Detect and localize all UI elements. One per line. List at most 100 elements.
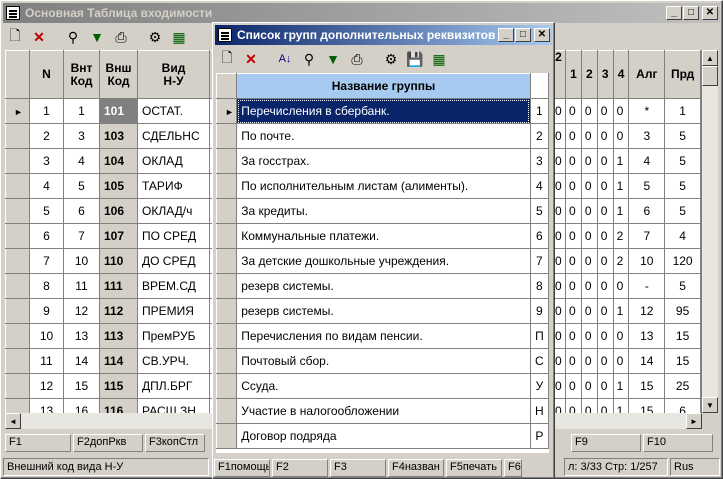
print-icon[interactable]: ⎙	[347, 49, 367, 69]
excel-export-icon[interactable]: ▦	[169, 27, 189, 47]
cell-alg[interactable]: 14	[628, 348, 666, 374]
cell-vnsh[interactable]: 115	[99, 373, 138, 399]
cell-group-name[interactable]: За кредиты.	[236, 198, 531, 224]
settings-icon[interactable]: ⚙	[381, 49, 401, 69]
cell-group-name[interactable]: Коммунальные платежи.	[236, 223, 531, 249]
cell-alg[interactable]: 12	[628, 298, 666, 324]
table-row[interactable]: 1013113ПремРУБР	[5, 323, 228, 349]
cell-vnsh[interactable]: 114	[99, 348, 138, 374]
cell-d2[interactable]: 0	[580, 173, 598, 199]
scroll-down-button[interactable]: ▼	[702, 397, 718, 413]
cell-vnt[interactable]: 11	[63, 273, 100, 299]
cell-d1[interactable]: 0	[564, 98, 582, 124]
cell-alg[interactable]: -	[628, 273, 666, 299]
cell-group-name[interactable]: Почтовый сбор.	[236, 348, 531, 374]
cell-group-code[interactable]: У	[529, 373, 549, 399]
table-row[interactable]: 0 0 0 0 1 15 6	[551, 398, 701, 413]
table-row[interactable]: 34104ОКЛАДР	[5, 148, 228, 174]
save-icon[interactable]: 💾	[405, 49, 425, 69]
table-row[interactable]: 00000-5	[551, 273, 701, 299]
cell-group-code[interactable]: Р	[529, 423, 549, 449]
cell-d1[interactable]: 0	[564, 223, 582, 249]
cell-vnsh[interactable]: 111	[99, 273, 138, 299]
main-titlebar[interactable]: Основная Таблица входимости _ □ ✕	[3, 3, 720, 23]
cell-vnt[interactable]: 12	[63, 298, 100, 324]
cell-vid[interactable]: ТАРИФ	[137, 173, 210, 199]
cell-alg[interactable]: *	[628, 98, 666, 124]
find-binoculars-icon[interactable]: ⚲	[63, 27, 83, 47]
cell-d4[interactable]: 1	[612, 173, 630, 199]
cell-group-name[interactable]: Ссуда.	[236, 373, 531, 399]
cell-d1[interactable]: 0	[564, 273, 582, 299]
row-indicator[interactable]	[216, 223, 238, 249]
cell-vnsh[interactable]: 103	[99, 123, 138, 149]
cell-n[interactable]: 10	[29, 323, 64, 349]
cell-vid[interactable]: ВРЕМ.СД	[137, 273, 210, 299]
cell-vid[interactable]: ДПЛ.БРГ	[137, 373, 210, 399]
col-vnt-header[interactable]: Внт Код	[63, 50, 100, 99]
cell-alg[interactable]: 3	[628, 123, 666, 149]
list-item[interactable]: резерв системы. 8	[216, 273, 549, 299]
cell-vnt[interactable]: 3	[63, 123, 100, 149]
list-item[interactable]: За кредиты. 5	[216, 198, 549, 224]
delete-icon[interactable]: ✕	[29, 27, 49, 47]
row-indicator[interactable]	[216, 298, 238, 324]
cell-vnsh[interactable]: 112	[99, 298, 138, 324]
cell-d1[interactable]: 0	[564, 198, 582, 224]
scroll-up-button[interactable]: ▲	[702, 50, 718, 66]
sort-icon[interactable]: A↓	[275, 49, 295, 69]
minimize-button[interactable]: _	[666, 6, 682, 20]
cell-vid[interactable]: ДО СРЕД	[137, 248, 210, 274]
cell-prd[interactable]: 6	[664, 398, 701, 413]
row-indicator[interactable]	[216, 198, 238, 224]
table-row[interactable]: 0 0 0 0 1 12 95	[551, 298, 701, 324]
cell-d4[interactable]: 1	[612, 148, 630, 174]
cell-group-code[interactable]: 4	[529, 173, 549, 199]
cell-vnsh[interactable]: 105	[99, 173, 138, 199]
cell-d1[interactable]: 0	[564, 348, 582, 374]
cell-n[interactable]: 11	[29, 348, 64, 374]
cell-alg[interactable]: 13	[628, 323, 666, 349]
main-vscrollbar[interactable]: ▲ ▼	[702, 50, 718, 413]
maximize-button[interactable]: □	[515, 28, 531, 42]
cell-d2[interactable]: 0	[580, 98, 598, 124]
list-item[interactable]: Почтовый сбор. С	[216, 348, 549, 374]
fkey-f1[interactable]: F1помощь	[214, 459, 270, 477]
table-row[interactable]: 710110ДО СРЕД2	[5, 248, 228, 274]
table-row[interactable]: 1316116РАСШ.ЗН2	[5, 398, 228, 413]
table-row[interactable]: 0 0 0 0 0 13 15	[551, 323, 701, 349]
fkey-f4[interactable]: F4назван	[388, 459, 444, 477]
cell-vnsh[interactable]: 104	[99, 148, 138, 174]
cell-vid[interactable]: СДЕЛЬНС	[137, 123, 210, 149]
cell-n[interactable]: 2	[29, 123, 64, 149]
cell-vid[interactable]: ОКЛАД	[137, 148, 210, 174]
scroll-left-button[interactable]: ◄	[5, 413, 21, 429]
maximize-button[interactable]: □	[683, 6, 699, 20]
row-indicator[interactable]	[216, 348, 238, 374]
row-indicator[interactable]	[216, 323, 238, 349]
cell-d4[interactable]: 1	[612, 398, 630, 413]
row-indicator[interactable]	[5, 173, 30, 199]
row-indicator[interactable]	[5, 98, 30, 124]
cell-n[interactable]: 5	[29, 198, 64, 224]
cell-prd[interactable]: 5	[664, 148, 701, 174]
fkey-f6[interactable]: F6	[504, 459, 522, 477]
cell-d2[interactable]: 0	[580, 373, 598, 399]
cell-group-name[interactable]: За госстрах.	[236, 148, 531, 174]
row-indicator[interactable]	[5, 398, 30, 413]
cell-d3[interactable]: 0	[596, 98, 614, 124]
cell-vnsh[interactable]: 116	[99, 398, 138, 413]
cell-n[interactable]: 8	[29, 273, 64, 299]
cell-prd[interactable]: 5	[664, 123, 701, 149]
cell-vnsh[interactable]: 110	[99, 248, 138, 274]
cell-d1[interactable]: 0	[564, 123, 582, 149]
cell-group-name[interactable]: резерв системы.	[236, 273, 531, 299]
list-item[interactable]: По исполнительным листам (алименты). 4	[216, 173, 549, 199]
cell-prd[interactable]: 15	[664, 323, 701, 349]
cell-d1[interactable]: 0	[564, 398, 582, 413]
cell-n[interactable]: 6	[29, 223, 64, 249]
row-indicator[interactable]	[5, 273, 30, 299]
cell-group-code[interactable]: 9	[529, 298, 549, 324]
fkey-f2[interactable]: F2допРкв	[73, 434, 143, 452]
cell-d1[interactable]: 0	[564, 298, 582, 324]
